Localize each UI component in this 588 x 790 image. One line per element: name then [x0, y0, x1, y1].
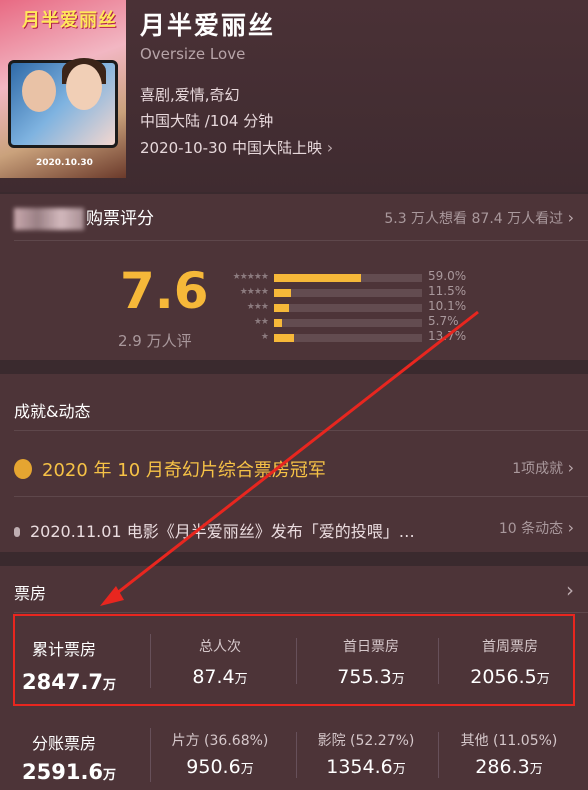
annotation-arrow-icon — [100, 310, 479, 606]
